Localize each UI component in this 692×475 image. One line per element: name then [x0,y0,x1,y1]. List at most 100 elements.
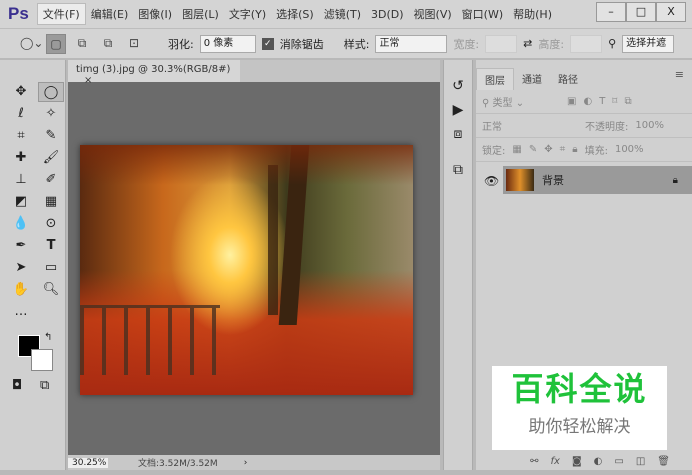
filter-pixel-icon[interactable]: ▣ [567,96,576,107]
menu-3d[interactable]: 3D(D) [366,6,409,23]
more-tools-icon[interactable]: … [8,302,34,322]
properties-icon[interactable]: ⧉ [444,158,472,182]
lock-position-icon[interactable]: ✥ [544,144,552,155]
elliptical-marquee-preset-icon[interactable]: ◯⌄ [20,34,43,54]
rectangle-tool-icon[interactable]: ▭ [38,258,64,278]
lock-all-icon[interactable]: 🔒︎ [572,144,577,155]
magic-wand-tool-icon[interactable]: ✧ [38,104,64,124]
height-input[interactable] [570,34,603,53]
layer-name: 背景 [542,174,564,187]
lasso-tool-icon[interactable]: ℓ [8,104,34,124]
gradient-tool-icon[interactable]: ▦ [38,192,64,212]
new-group-icon[interactable]: ▭ [614,456,623,467]
layers-footer: ⚯ fx ◙ ◐ ▭ ◫ 🗑︎ [476,452,692,470]
menu-bar: Ps 文件(F) 编辑(E) 图像(I) 图层(L) 文字(Y) 选择(S) 滤… [0,0,692,28]
menu-image[interactable]: 图像(I) [133,4,177,24]
background-color-swatch[interactable] [31,349,53,371]
eraser-tool-icon[interactable]: ◩ [8,192,34,212]
feather-label: 羽化: [168,37,194,51]
add-mask-icon[interactable]: ◙ [572,456,582,467]
new-selection-icon[interactable]: ▢ [46,33,66,54]
opacity-input[interactable]: 100% [635,120,664,131]
actions-play-icon[interactable]: ▶ [444,98,472,122]
filter-smart-object-icon[interactable]: ⧉ [624,96,631,107]
3d-icon[interactable]: ⧈ [444,122,472,146]
menu-window[interactable]: 窗口(W) [457,4,508,24]
link-layers-icon[interactable]: ⚯ [530,456,538,467]
select-and-mask-button[interactable]: 选择并遮 [622,34,675,53]
tab-layers[interactable]: 图层 [476,68,514,90]
history-brush-tool-icon[interactable]: ✐ [38,170,64,190]
visibility-eye-icon[interactable]: 👁︎ [484,174,499,188]
healing-brush-tool-icon[interactable]: ✚ [8,148,34,168]
fence [80,305,220,375]
lock-transparent-icon[interactable]: ▦ [512,144,521,155]
lock-row: 锁定: ▦ ✎ ✥ ⌗ 🔒︎ 填充: 100% [476,138,692,162]
intersect-selection-icon[interactable]: ⊡ [124,34,144,54]
swap-colors-icon[interactable]: ↰ [44,332,52,343]
type-tool-icon[interactable]: T [38,236,64,256]
fx-icon[interactable]: fx [551,456,560,467]
adjustment-layer-icon[interactable]: ◐ [594,456,603,467]
path-selection-tool-icon[interactable]: ➤ [8,258,34,278]
search-icon: ⚲ [608,37,617,50]
feather-input[interactable]: 0 像素 [199,34,256,53]
style-select[interactable]: 正常 [375,34,448,53]
filter-shape-icon[interactable]: ⌑ [612,96,617,107]
screen-mode-icon[interactable]: ⧉ [40,378,49,393]
watermark-subtitle: 助你轻松解决 [528,417,631,437]
antialias-checkbox[interactable]: ✓ [261,37,274,50]
document-tab[interactable]: timg (3).jpg @ 30.3%(RGB/8#) × [68,60,240,86]
brush-tool-icon[interactable]: 🖌 [38,148,64,168]
tools-panel: ✥ ◯ ℓ ✧ ⌗ ✎ ✚ 🖌 ⊥ ✐ ◩ ▦ 💧 ⊙ ✒ T ➤ ▭ ✋ 🔍︎… [0,60,66,470]
filter-type-icon[interactable]: T [599,96,605,107]
menu-layer[interactable]: 图层(L) [177,4,224,24]
new-layer-icon[interactable]: ◫ [636,456,645,467]
elliptical-marquee-tool-icon[interactable]: ◯ [38,82,64,102]
menu-view[interactable]: 视图(V) [409,4,457,24]
tab-channels[interactable]: 通道 [514,68,550,90]
close-tab-icon[interactable]: × [84,75,92,86]
lock-pixels-icon[interactable]: ✎ [529,144,537,155]
swap-icon[interactable]: ⇄ [523,37,532,50]
dodge-tool-icon[interactable]: ⊙ [38,214,64,234]
tab-paths[interactable]: 路径 [550,68,586,90]
menu-help[interactable]: 帮助(H) [508,4,557,24]
move-tool-icon[interactable]: ✥ [8,82,34,102]
style-label: 样式: [343,37,370,51]
menu-filter[interactable]: 滤镜(T) [319,4,366,24]
status-menu-arrow[interactable]: › [244,458,248,468]
zoom-level[interactable]: 30.25% [68,457,108,468]
layer-row[interactable]: 背景 🔒︎ [503,166,692,194]
menu-select[interactable]: 选择(S) [271,4,319,24]
crop-tool-icon[interactable]: ⌗ [8,126,34,146]
menu-file[interactable]: 文件(F) [36,3,86,25]
zoom-tool-icon[interactable]: 🔍︎ [38,280,64,300]
close-button[interactable]: X [656,2,686,22]
lock-artboard-icon[interactable]: ⌗ [560,144,566,155]
delete-layer-icon[interactable]: 🗑︎ [657,456,670,467]
layer-lock-icon: 🔒︎ [672,174,678,186]
panel-menu-icon[interactable]: ≡ [675,68,684,90]
collapsed-panel-dock: ↺ ▶ ⧈ ⧉ [443,60,473,470]
clone-stamp-tool-icon[interactable]: ⊥ [8,170,34,190]
minimize-button[interactable]: – [596,2,626,22]
filter-kind-select[interactable]: ⚲ 类型 ⌄ [482,94,560,109]
hand-tool-icon[interactable]: ✋ [8,280,34,300]
document-title: timg (3).jpg @ 30.3%(RGB/8#) [76,64,231,75]
width-input[interactable] [485,34,518,53]
subtract-selection-icon[interactable]: ⧉ [98,34,118,54]
pen-tool-icon[interactable]: ✒ [8,236,34,256]
eyedropper-tool-icon[interactable]: ✎ [38,126,64,146]
menu-type[interactable]: 文字(Y) [224,4,271,24]
maximize-button[interactable]: □ [626,2,656,22]
blur-tool-icon[interactable]: 💧 [8,214,34,234]
tree-trunk [268,165,278,315]
fill-input[interactable]: 100% [615,144,644,155]
history-icon[interactable]: ↺ [444,74,472,98]
quick-mask-icon[interactable]: ◘ [12,378,22,393]
filter-adjustment-icon[interactable]: ◐ [583,96,592,107]
menu-edit[interactable]: 编辑(E) [86,4,134,24]
blend-mode-select[interactable]: 正常 [482,118,578,133]
add-selection-icon[interactable]: ⧉ [72,34,92,54]
